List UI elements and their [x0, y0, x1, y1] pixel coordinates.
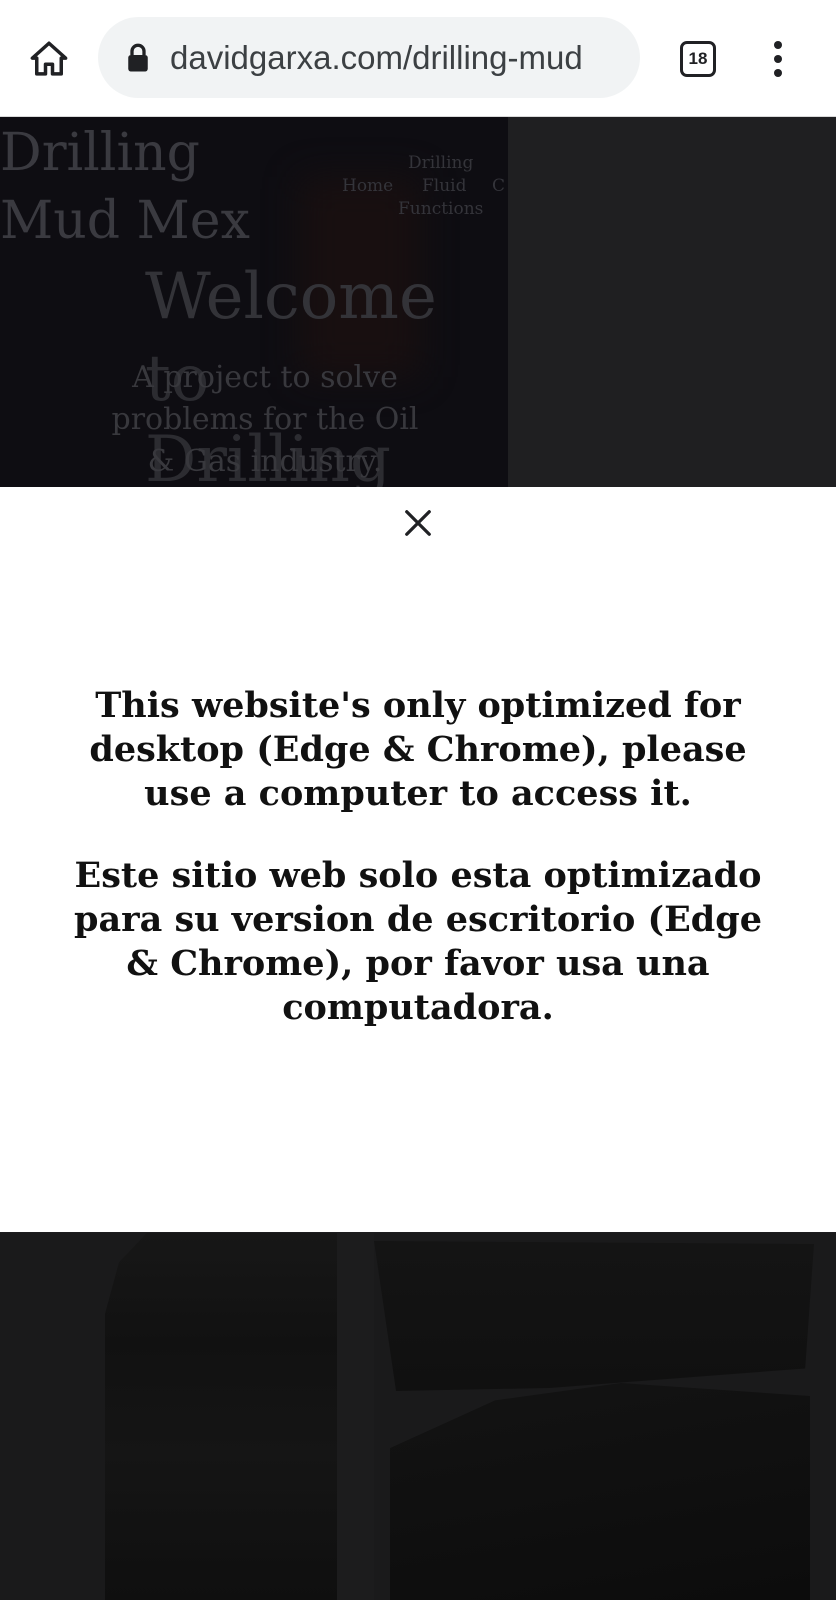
- hero-heading: Welcome: [145, 260, 437, 334]
- rock-image: [105, 1233, 337, 1600]
- hero-side-panel: [508, 117, 836, 487]
- rock-image: [390, 1383, 810, 1600]
- nav-item-drilling[interactable]: Drilling: [408, 153, 473, 173]
- nav-item-functions[interactable]: Functions: [398, 199, 483, 219]
- modal-close-button[interactable]: [396, 501, 440, 545]
- tab-switcher-icon: 18: [680, 41, 716, 77]
- nav-item-home[interactable]: Home: [342, 176, 393, 196]
- tab-count: 18: [688, 49, 708, 68]
- hero-tagline: A project to solve problems for the Oil …: [111, 360, 419, 479]
- tab-switcher-button[interactable]: 18: [677, 38, 719, 80]
- site-title: Drilling Mud Mex: [0, 123, 250, 251]
- nav-item-fluid[interactable]: Fluid: [422, 176, 467, 196]
- hero-section: Drilling Mud Mex Drilling Home Fluid C F…: [0, 117, 508, 487]
- browser-toolbar: davidgarxa.com/drilling-mud 18: [0, 0, 836, 117]
- address-bar[interactable]: davidgarxa.com/drilling-mud: [98, 17, 640, 98]
- rock-image-gallery: [0, 1233, 836, 1600]
- nav-menu: Drilling Home Fluid C Functions: [336, 153, 508, 223]
- modal-message-english: This website's only optimized for deskto…: [89, 685, 747, 814]
- home-button[interactable]: [26, 36, 72, 82]
- url-text[interactable]: davidgarxa.com/drilling-mud: [170, 37, 626, 79]
- home-icon: [30, 41, 68, 76]
- desktop-only-modal: This website's only optimized for deskto…: [0, 487, 836, 1232]
- more-vert-icon[interactable]: [758, 36, 798, 82]
- close-icon: [405, 510, 431, 536]
- modal-message-spanish: Este sitio web solo esta optimizado para…: [74, 855, 762, 1028]
- lock-icon: [128, 43, 148, 72]
- nav-item-c[interactable]: C: [492, 176, 505, 196]
- rock-image: [374, 1241, 814, 1391]
